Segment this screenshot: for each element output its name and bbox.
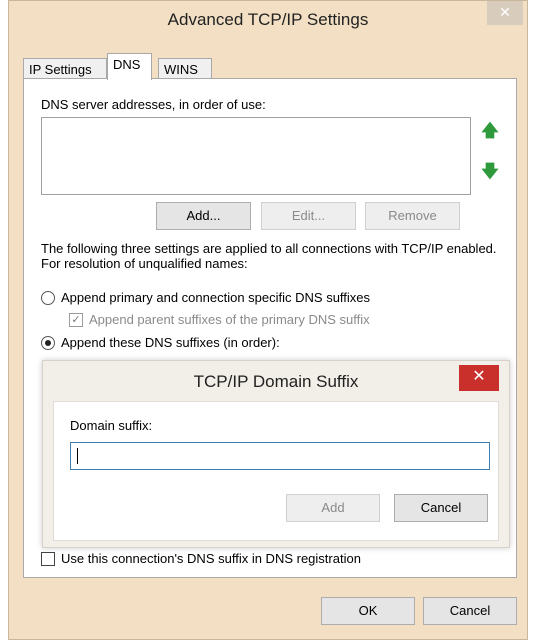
- tab-ip-settings[interactable]: IP Settings: [23, 58, 107, 80]
- append-parent-checkbox[interactable]: ✓: [69, 313, 83, 327]
- dialog-body: Domain suffix: Add Cancel: [53, 401, 499, 541]
- register-suffix-checkbox[interactable]: [41, 552, 55, 566]
- dialog-cancel-button[interactable]: Cancel: [394, 494, 488, 522]
- dns-servers-label: DNS server addresses, in order of use:: [41, 97, 266, 112]
- ok-button[interactable]: OK: [321, 597, 415, 625]
- dns-edit-button[interactable]: Edit...: [261, 202, 356, 230]
- dialog-close-icon[interactable]: ✕: [459, 365, 499, 391]
- text-caret: [77, 448, 78, 464]
- append-parent-label: Append parent suffixes of the primary DN…: [89, 312, 370, 327]
- title-bar: Advanced TCP/IP Settings ✕: [9, 1, 527, 41]
- cancel-button[interactable]: Cancel: [423, 597, 517, 625]
- append-primary-radio[interactable]: [41, 291, 55, 305]
- dns-add-button[interactable]: Add...: [156, 202, 251, 230]
- domain-suffix-input[interactable]: [70, 442, 490, 470]
- append-primary-label: Append primary and connection specific D…: [61, 290, 371, 305]
- dialog-title: TCP/IP Domain Suffix: [193, 372, 359, 391]
- move-down-arrow-icon[interactable]: 🡇: [477, 160, 503, 186]
- dns-servers-list[interactable]: [41, 117, 471, 195]
- dialog-add-button[interactable]: Add: [286, 494, 380, 522]
- append-these-label: Append these DNS suffixes (in order):: [61, 335, 280, 350]
- tab-dns[interactable]: DNS: [107, 53, 152, 80]
- append-these-radio[interactable]: [41, 336, 55, 350]
- register-suffix-label: Use this connection's DNS suffix in DNS …: [61, 551, 361, 566]
- window-title: Advanced TCP/IP Settings: [167, 10, 369, 29]
- dns-info-text: The following three settings are applied…: [41, 241, 497, 271]
- domain-suffix-label: Domain suffix:: [70, 418, 153, 433]
- close-icon[interactable]: ✕: [487, 1, 523, 25]
- move-up-arrow-icon[interactable]: 🡅: [477, 119, 503, 145]
- tab-wins[interactable]: WINS: [158, 58, 212, 80]
- dns-remove-button[interactable]: Remove: [365, 202, 460, 230]
- domain-suffix-dialog: TCP/IP Domain Suffix ✕ Domain suffix: Ad…: [42, 360, 510, 548]
